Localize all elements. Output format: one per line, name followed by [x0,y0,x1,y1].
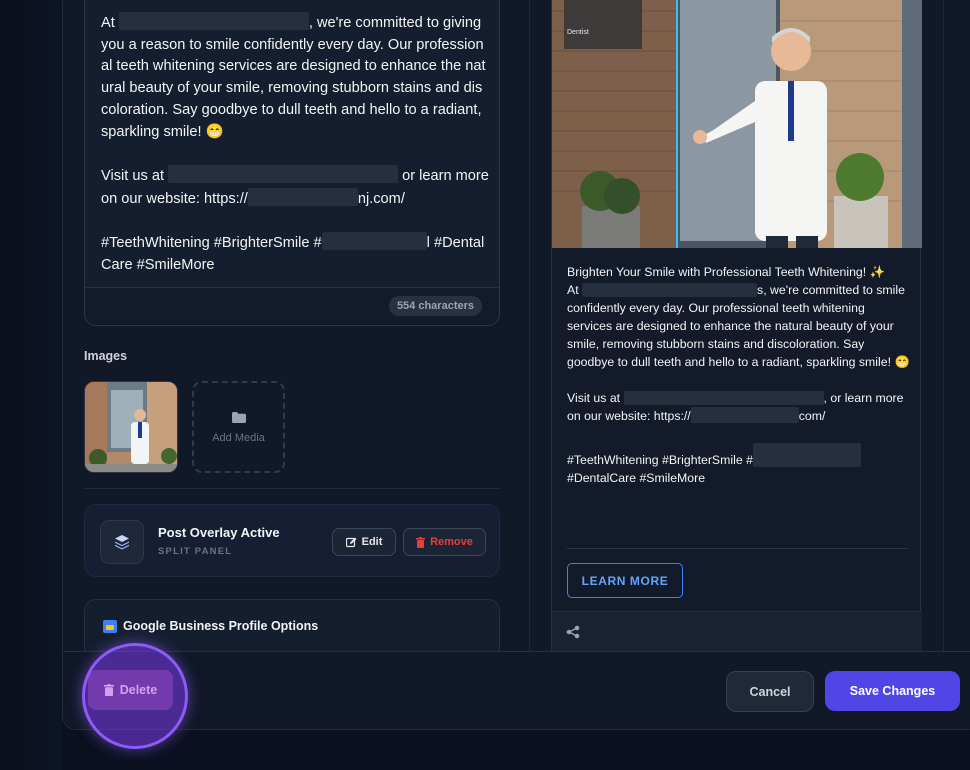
page-backdrop [0,0,62,770]
edit-overlay-button[interactable]: Edit [332,528,396,556]
section-divider [84,488,500,489]
preview-divider [567,548,908,549]
post-text-editor[interactable]: At , we're committed to giving you a rea… [84,0,500,326]
redacted-business-name [118,12,309,30]
remove-label: Remove [430,536,473,548]
pencil-icon [345,537,357,547]
post-text-part: At [101,15,119,31]
preview-text-part: s, we're committed to smile confidently … [567,283,910,405]
column-divider [529,0,530,651]
preview-headline: Brighten Your Smile with Professional Te… [567,265,885,279]
delete-button[interactable]: Delete [88,670,173,710]
gbp-title-text: Google Business Profile Options [123,619,319,633]
post-overlay-card: Post Overlay Active SPLIT PANEL Edit Rem… [84,504,500,577]
redacted-website [690,407,799,423]
gbp-options-title: Google Business Profile Options [103,619,318,633]
editor-footer: 554 characters [85,287,499,325]
overlay-subtitle: SPLIT PANEL [158,546,233,557]
media-thumbnail[interactable] [84,381,178,473]
layers-icon [100,520,144,564]
edit-label: Edit [361,536,383,548]
post-text-part: , we're committed to giving you a reason… [101,15,486,184]
redacted-address [168,164,399,183]
dentist-photo: Dentist [552,0,922,248]
preview-text-part: At [567,283,583,297]
trash-icon [416,536,426,548]
trash-icon [103,684,114,696]
preview-image: Dentist [552,0,922,248]
dentist-sign-text: Dentist [567,29,589,36]
images-section-label: Images [84,349,128,363]
add-media-label: Add Media [212,432,265,444]
redacted-hashtag [752,443,861,467]
folder-icon [231,410,246,426]
right-column-edge [943,0,944,651]
editor-column: At , we're committed to giving you a rea… [63,0,529,659]
add-media-button[interactable]: Add Media [192,381,285,473]
remove-overlay-button[interactable]: Remove [403,528,486,556]
redacted-hashtag [321,232,427,251]
post-text-content[interactable]: At , we're committed to giving you a rea… [101,12,489,276]
preview-text-part: #DentalCare #SmileMore [567,471,706,485]
redacted-address [623,391,824,405]
business-icon [103,619,117,633]
edit-post-modal: At , we're committed to giving you a rea… [62,0,970,730]
redacted-business-name [582,283,758,297]
share-icon[interactable] [566,625,580,639]
character-count-badge: 554 characters [388,296,482,316]
cancel-button[interactable]: Cancel [726,671,814,712]
preview-share-bar [552,611,922,653]
overlay-title: Post Overlay Active [158,525,280,540]
dentist-photo-thumbnail [85,382,177,472]
delete-label: Delete [119,683,158,697]
redacted-website [247,187,358,206]
preview-post-text: Brighten Your Smile with Professional Te… [567,263,912,487]
post-preview: Dentist Brighten Your Smile with Profess… [551,0,922,653]
save-changes-button[interactable]: Save Changes [825,671,960,711]
learn-more-button[interactable]: LEARN MORE [567,563,683,598]
